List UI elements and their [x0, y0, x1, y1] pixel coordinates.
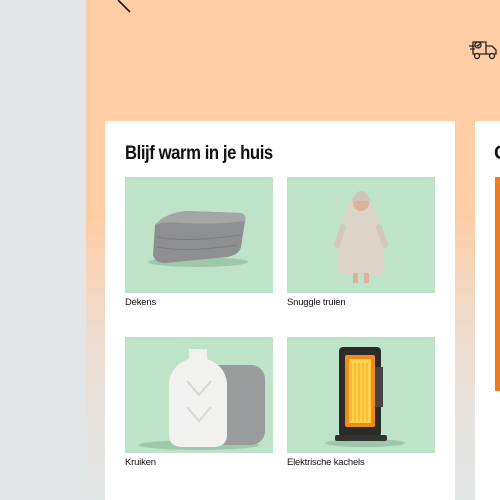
tile-label[interactable]: Kruiken	[125, 457, 273, 468]
electric-heater-image[interactable]	[287, 337, 435, 453]
tile-kruiken[interactable]: Kruiken	[125, 337, 273, 468]
tile-elektrische-kachels[interactable]: Elektrische kachels	[287, 337, 435, 468]
card-title: Blijf warm in je huis	[125, 143, 273, 164]
category-card: Blijf warm in je huis Dekens Snuggle tru…	[105, 121, 455, 500]
tile-label[interactable]: Dekens	[125, 297, 273, 308]
tile-dekens[interactable]: Dekens	[125, 177, 273, 308]
blanket-image[interactable]	[125, 177, 273, 293]
tile-snuggle-truien[interactable]: Snuggle truien	[287, 177, 435, 308]
hoodie-blanket-image[interactable]	[287, 177, 435, 293]
page-left-margin	[0, 0, 86, 500]
hot-water-bottle-image[interactable]	[125, 337, 273, 453]
next-card-image[interactable]	[495, 177, 500, 391]
tile-label[interactable]: Elektrische kachels	[287, 457, 435, 468]
tile-label[interactable]: Snuggle truien	[287, 297, 435, 308]
card-title-partial: C	[494, 143, 500, 165]
next-category-card: C	[475, 121, 500, 500]
delivery-truck-icon	[469, 41, 497, 60]
carousel-arrow-icon[interactable]	[114, 0, 136, 14]
